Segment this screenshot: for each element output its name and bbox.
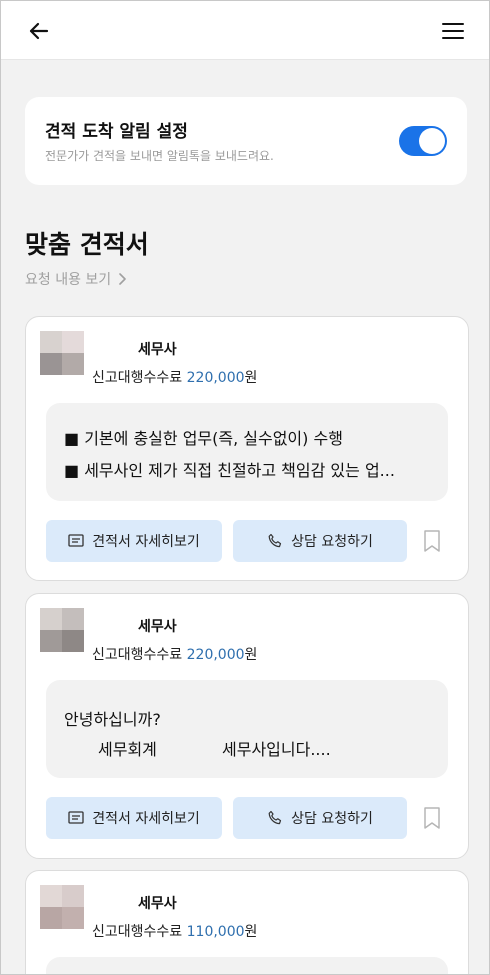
view-request-link[interactable]: 요청 내용 보기 <box>25 269 127 289</box>
fee-currency: 원 <box>244 647 258 663</box>
quote-message: ■ 기본에 충실한 업무(즉, 실수없이) 수행 ■ 세무사인 제가 직접 친절… <box>46 403 448 501</box>
view-quote-detail-button[interactable]: 견적서 자세히보기 <box>46 520 222 562</box>
hamburger-icon <box>442 23 464 39</box>
expert-avatar <box>40 885 84 929</box>
quote-message <box>46 957 448 974</box>
top-bar <box>1 1 489 60</box>
quote-message: 안녕하십니까? 세무회계 세무사입니다.... <box>46 680 448 778</box>
alert-toggle[interactable] <box>399 126 447 156</box>
fee-label: 신고대행수수료 <box>92 924 183 940</box>
page-title: 맞춤 견적서 <box>25 230 149 259</box>
fee-price: 220,000 <box>186 370 245 386</box>
message-line: 세무회계 <box>98 740 157 759</box>
alert-setting-card: 견적 도착 알림 설정 전문가가 견적을 보내면 알림톡을 보내드려요. <box>25 97 467 185</box>
request-consultation-label: 상담 요청하기 <box>291 811 373 827</box>
expert-name: 세무사 <box>138 619 177 635</box>
quote-card: 세무사 신고대행수수료 220,000원 안녕하십니까? 세무회계 세무사입니다… <box>25 593 469 859</box>
request-consultation-button[interactable]: 상담 요청하기 <box>233 797 407 839</box>
fee-price: 220,000 <box>186 647 245 663</box>
fee-line: 신고대행수수료 220,000원 <box>92 367 257 387</box>
menu-button[interactable] <box>439 17 467 45</box>
expert-name: 세무사 <box>138 342 177 358</box>
chevron-right-icon <box>119 273 126 285</box>
quote-card: 세무사 신고대행수수료 110,000원 <box>25 870 469 974</box>
message-line: ■ 기본에 충실한 업무(즉, 실수없이) 수행 <box>64 429 343 448</box>
fee-line: 신고대행수수료 220,000원 <box>92 644 257 664</box>
expert-name: 세무사 <box>138 896 177 912</box>
view-quote-detail-label: 견적서 자세히보기 <box>92 534 200 550</box>
alert-setting-description: 전문가가 견적을 보내면 알림톡을 보내드려요. <box>45 149 274 163</box>
view-quote-detail-button[interactable]: 견적서 자세히보기 <box>46 797 222 839</box>
fee-label: 신고대행수수료 <box>92 647 183 663</box>
quote-card: 세무사 신고대행수수료 220,000원 ■ 기본에 충실한 업무(즉, 실수없… <box>25 316 469 581</box>
message-line: 안녕하십니까? <box>64 710 161 729</box>
phone-icon <box>268 533 282 548</box>
alert-setting-title: 견적 도착 알림 설정 <box>45 122 188 142</box>
fee-currency: 원 <box>244 924 258 940</box>
request-consultation-label: 상담 요청하기 <box>291 534 373 550</box>
phone-icon <box>268 810 282 825</box>
expert-avatar <box>40 608 84 652</box>
back-button[interactable] <box>25 17 53 45</box>
document-icon <box>68 811 84 824</box>
view-quote-detail-label: 견적서 자세히보기 <box>92 811 200 827</box>
message-line: ■ 세무사인 제가 직접 친절하고 책임감 있는 업... <box>64 461 395 480</box>
fee-price: 110,000 <box>186 924 245 940</box>
document-icon <box>68 534 84 547</box>
expert-avatar <box>40 331 84 375</box>
view-request-label: 요청 내용 보기 <box>25 272 112 288</box>
message-line: 세무사입니다.... <box>222 740 331 759</box>
request-consultation-button[interactable]: 상담 요청하기 <box>233 520 407 562</box>
bookmark-icon[interactable] <box>422 806 442 830</box>
arrow-left-icon <box>29 22 49 40</box>
fee-label: 신고대행수수료 <box>92 370 183 386</box>
toggle-knob <box>419 128 445 154</box>
bookmark-icon[interactable] <box>422 529 442 553</box>
fee-line: 신고대행수수료 110,000원 <box>92 921 257 941</box>
fee-currency: 원 <box>244 370 258 386</box>
app-screen: 견적 도착 알림 설정 전문가가 견적을 보내면 알림톡을 보내드려요. 맞춤 … <box>0 0 490 975</box>
